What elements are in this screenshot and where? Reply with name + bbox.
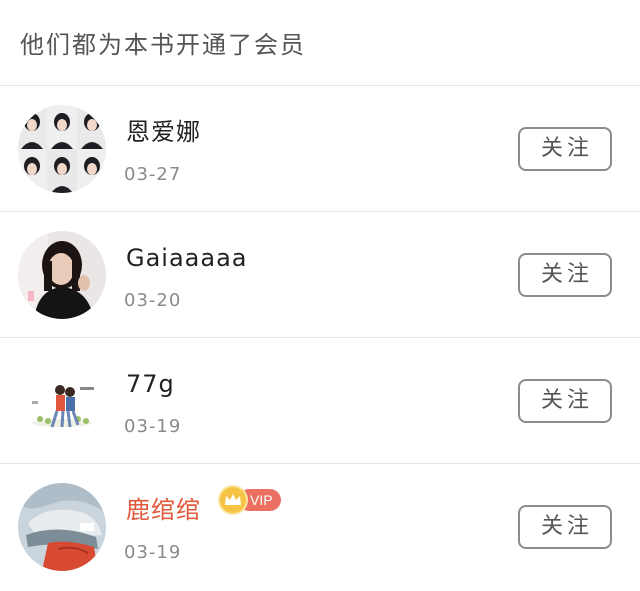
join-date: 03-19 (124, 542, 182, 563)
join-date: 03-19 (124, 416, 182, 437)
member-name[interactable]: 恩爱娜 (126, 116, 201, 148)
avatar[interactable] (18, 231, 106, 319)
follow-button[interactable]: 关注 (518, 253, 612, 297)
follow-button[interactable]: 关注 (518, 505, 612, 549)
anime-avatar-icon (18, 483, 106, 571)
join-date: 03-27 (124, 164, 182, 185)
vip-badge: VIP (220, 487, 281, 513)
follow-button[interactable]: 关注 (518, 127, 612, 171)
avatar[interactable] (18, 105, 106, 193)
follow-button[interactable]: 关注 (518, 379, 612, 423)
page-title: 他们都为本书开通了会员 (20, 31, 306, 59)
member-name[interactable]: Gaiaaaaa (126, 242, 248, 274)
list-item[interactable]: 鹿绾绾 VIP 03-19 关注 (0, 464, 640, 590)
member-name[interactable]: 鹿绾绾 (126, 494, 201, 526)
member-name[interactable]: 77g (126, 368, 175, 400)
avatar[interactable] (18, 483, 106, 571)
avatar[interactable] (18, 357, 106, 445)
portrait-avatar-icon (18, 231, 106, 319)
list-item[interactable]: 恩爱娜 03-27 关注 (0, 86, 640, 212)
list-item[interactable]: 77g 03-19 关注 (0, 338, 640, 464)
illustration-avatar-icon (18, 357, 106, 445)
join-date: 03-20 (124, 290, 182, 311)
vip-members-page: 他们都为本书开通了会员 恩爱娜 03-27 关注 Gaiaaaaa 03-20 … (0, 0, 640, 591)
list-item[interactable]: Gaiaaaaa 03-20 关注 (0, 212, 640, 338)
photo-grid-avatar-icon (18, 105, 106, 193)
section-header: 他们都为本书开通了会员 (0, 0, 640, 86)
crown-icon (220, 487, 246, 513)
